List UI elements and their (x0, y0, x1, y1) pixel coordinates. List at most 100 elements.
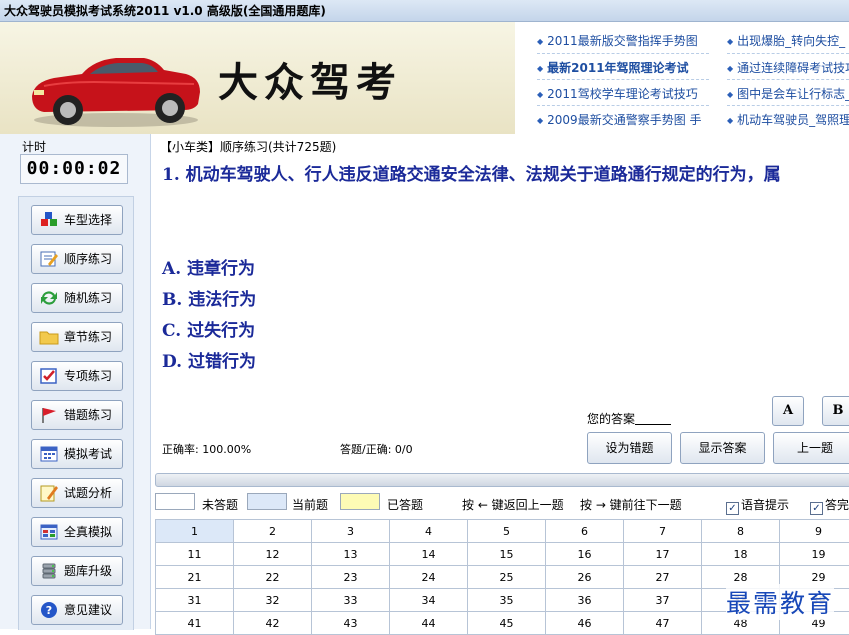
question-cell[interactable]: 46 (546, 612, 624, 635)
question-cell[interactable]: 23 (312, 566, 390, 589)
sidebar-item-random[interactable]: 随机练习 (31, 283, 123, 313)
option-a[interactable]: A. 违章行为 (162, 254, 255, 279)
red-car-icon (24, 34, 204, 130)
accuracy-rate: 正确率: 100.00% (162, 441, 251, 457)
legend-unanswered: 未答题 (202, 496, 238, 513)
show-answer-button[interactable]: 显示答案 (680, 432, 765, 464)
question-cell[interactable]: 4 (390, 520, 468, 543)
mark-wrong-button[interactable]: 设为错题 (587, 432, 672, 464)
answered-correct: 答题/正确: 0/0 (340, 441, 413, 457)
hint-forward: 按 → 键前往下一题 (580, 496, 682, 513)
question-cell[interactable]: 14 (390, 543, 468, 566)
question-cell[interactable]: 9 (780, 520, 849, 543)
question-cell[interactable]: 18 (702, 543, 780, 566)
news-link[interactable]: ◆出现爆胎_转向失控_ (727, 32, 849, 50)
question-cell[interactable]: 24 (390, 566, 468, 589)
sidebar-menu: 车型选择 顺序练习 随机练习 章节练习 专项练习 错题练习 模拟考试 试题分析 (18, 196, 134, 630)
sidebar-item-upgrade[interactable]: 题库升级 (31, 556, 123, 586)
news-link[interactable]: ◆图中是会车让行标志_ (727, 85, 849, 103)
news-link[interactable]: ◆机动车驾驶员_驾照理 (727, 111, 849, 129)
voice-checkbox[interactable]: ✓语音提示 (726, 496, 789, 515)
brand-title: 大众驾考 (218, 50, 402, 108)
question-cell[interactable]: 8 (702, 520, 780, 543)
sidebar-item-analysis[interactable]: 试题分析 (31, 478, 123, 508)
question-cell[interactable]: 44 (390, 612, 468, 635)
current-swatch (247, 493, 287, 510)
question-cell[interactable]: 45 (468, 612, 546, 635)
question-cell[interactable]: 11 (156, 543, 234, 566)
question-cell[interactable]: 3 (312, 520, 390, 543)
unanswered-swatch (155, 493, 195, 510)
legend-current: 当前题 (292, 496, 328, 513)
divider (537, 105, 709, 106)
news-link[interactable]: ◆2011最新版交警指挥手势图 (537, 32, 707, 50)
legend-answered: 已答题 (387, 496, 423, 513)
check-icon: ✓ (726, 502, 739, 515)
question-cell[interactable]: 5 (468, 520, 546, 543)
timer-display: 00:00:02 (20, 154, 128, 184)
folder-icon (39, 328, 59, 346)
question-cell[interactable]: 2 (234, 520, 312, 543)
question-cell[interactable]: 13 (312, 543, 390, 566)
question-cell[interactable]: 41 (156, 612, 234, 635)
option-c[interactable]: C. 过失行为 (162, 316, 255, 341)
divider (727, 105, 849, 106)
question-cell[interactable]: 22 (234, 566, 312, 589)
sidebar-item-full-simulation[interactable]: 全真模拟 (31, 517, 123, 547)
sidebar-item-chapter[interactable]: 章节练习 (31, 322, 123, 352)
sidebar-item-vehicle-type[interactable]: 车型选择 (31, 205, 123, 235)
question-cell[interactable]: 16 (546, 543, 624, 566)
question-cell[interactable]: 6 (546, 520, 624, 543)
table-row: 111213141516171819 (156, 543, 849, 566)
calendar-icon (39, 445, 59, 463)
option-b[interactable]: B. 违法行为 (162, 285, 256, 310)
question-cell[interactable]: 1 (156, 520, 234, 543)
question-cell[interactable]: 25 (468, 566, 546, 589)
option-d[interactable]: D. 过错行为 (162, 347, 256, 372)
timer-label: 计时 (22, 138, 46, 155)
table-row: 123456789 (156, 520, 849, 543)
question-cell[interactable]: 21 (156, 566, 234, 589)
red-flag-icon (39, 406, 59, 424)
question-cell[interactable]: 15 (468, 543, 546, 566)
question-cell[interactable]: 36 (546, 589, 624, 612)
question-cell[interactable]: 17 (624, 543, 702, 566)
answer-blank (635, 414, 671, 425)
question-cell[interactable]: 12 (234, 543, 312, 566)
divider (537, 79, 709, 80)
database-icon (39, 562, 59, 580)
news-link[interactable]: ◆通过连续障碍考试技巧 (727, 59, 849, 77)
news-link[interactable]: ◆最新2011年驾照理论考试 (537, 59, 707, 77)
question-text: 1. 机动车驾驶人、行人违反道路交通安全法律、法规关于道路通行规定的行为，属 (162, 160, 781, 185)
watermark: 最需教育 (726, 584, 834, 620)
news-link[interactable]: ◆2011驾校学车理论考试技巧 (537, 85, 707, 103)
news-link[interactable]: ◆2009最新交通警察手势图 手 (537, 111, 707, 129)
question-cell[interactable]: 37 (624, 589, 702, 612)
question-cell[interactable]: 42 (234, 612, 312, 635)
question-cell[interactable]: 33 (312, 589, 390, 612)
sidebar-item-wrong[interactable]: 错题练习 (31, 400, 123, 430)
question-cell[interactable]: 32 (234, 589, 312, 612)
answer-check-checkbox[interactable]: ✓答完 (810, 496, 849, 515)
main-content: 【小车类】顺序练习(共计725题) 1. 机动车驾驶人、行人违反道路交通安全法律… (150, 134, 849, 629)
window-grid-icon (39, 523, 59, 541)
prev-question-button[interactable]: 上一题 (773, 432, 849, 464)
sidebar-item-feedback[interactable]: ? 意见建议 (31, 595, 123, 625)
answer-a-button[interactable]: A (772, 396, 804, 426)
question-cell[interactable]: 31 (156, 589, 234, 612)
question-cell[interactable]: 35 (468, 589, 546, 612)
question-cell[interactable]: 19 (780, 543, 849, 566)
divider (537, 53, 709, 54)
sidebar-item-sequential[interactable]: 顺序练习 (31, 244, 123, 274)
sidebar-item-special[interactable]: 专项练习 (31, 361, 123, 391)
question-cell[interactable]: 43 (312, 612, 390, 635)
answer-b-button[interactable]: B (822, 396, 849, 426)
header-banner: 大众驾考 ◆2011最新版交警指挥手势图 ◆最新2011年驾照理论考试 ◆201… (0, 22, 849, 134)
question-cell[interactable]: 7 (624, 520, 702, 543)
sidebar-item-mock-exam[interactable]: 模拟考试 (31, 439, 123, 469)
question-cell[interactable]: 34 (390, 589, 468, 612)
question-cell[interactable]: 27 (624, 566, 702, 589)
question-cell[interactable]: 26 (546, 566, 624, 589)
answered-swatch (340, 493, 380, 510)
question-cell[interactable]: 47 (624, 612, 702, 635)
